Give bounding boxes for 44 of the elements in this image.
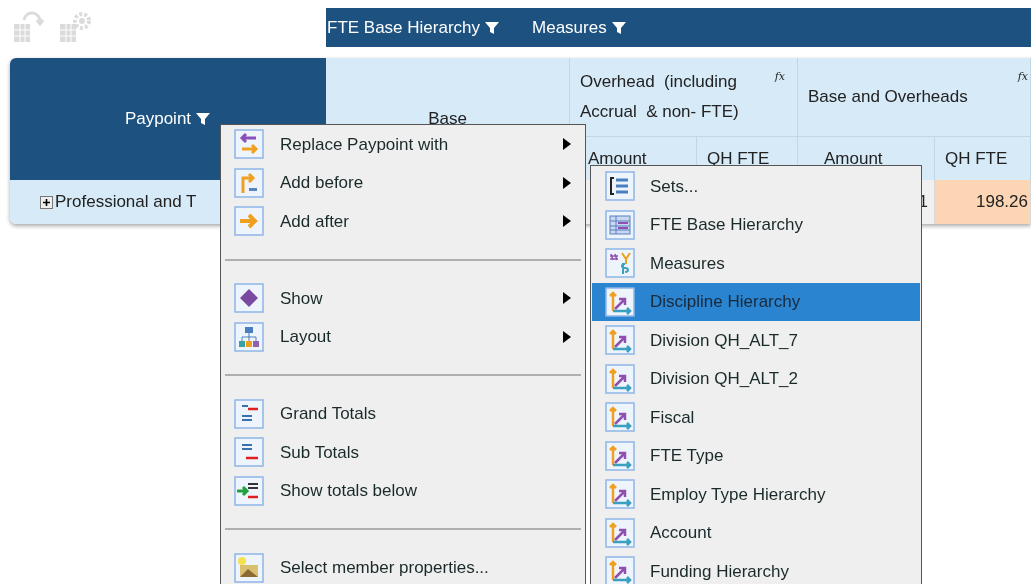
properties-icon	[234, 552, 264, 583]
menu-item[interactable]: Sub Totals	[221, 433, 585, 472]
formula-mark: fx	[774, 69, 785, 85]
subtotals-icon	[234, 437, 264, 468]
menu-item[interactable]: Layout	[221, 317, 585, 356]
axes-arrows-icon	[605, 479, 635, 510]
totals-icon	[234, 398, 264, 429]
submenu-item[interactable]: FTE Type	[592, 436, 920, 475]
menu-item[interactable]: Select member properties...	[221, 548, 585, 584]
menu-item[interactable]: Show	[221, 279, 585, 318]
submenu-item[interactable]: Discipline Hierarchy	[592, 282, 920, 321]
totals-below-icon	[234, 475, 264, 506]
menu-item[interactable]: Show totals below	[221, 471, 585, 510]
row-header-label: Paypoint	[124, 108, 192, 131]
dimension-label[interactable]: Measures	[532, 14, 607, 41]
submenu-item[interactable]: Fiscal	[592, 398, 920, 437]
symbols-icon	[605, 248, 635, 279]
submenu-item[interactable]: Funding Hierarchy	[592, 552, 920, 584]
table-icon	[605, 209, 635, 240]
menu-item[interactable]: Grand Totals	[221, 394, 585, 433]
submenu-item[interactable]: Account	[592, 513, 920, 552]
axes-arrows-icon	[605, 402, 635, 433]
submenu-item[interactable]: Division QH_ALT_7	[592, 321, 920, 360]
axes-arrows-icon	[605, 556, 635, 584]
axes-arrows-icon	[605, 325, 635, 356]
dimension-label[interactable]: FTE Base Hierarchy	[327, 14, 481, 41]
expand-icon[interactable]	[40, 195, 53, 209]
axes-arrows-icon	[605, 517, 635, 548]
formula-mark: fx	[1017, 69, 1028, 85]
filter-icon[interactable]	[195, 111, 212, 127]
filter-icon[interactable]	[484, 19, 501, 36]
submenu-item[interactable]: Measures	[592, 244, 920, 283]
axes-arrows-icon	[605, 286, 635, 317]
submenu-item[interactable]: Division QH_ALT_2	[592, 359, 920, 398]
submenu-item[interactable]: Employ Type Hierarchy	[592, 475, 920, 514]
row-label: Professional and T	[55, 191, 197, 214]
swap-arrows-icon	[234, 129, 264, 160]
axes-arrows-icon	[605, 363, 635, 394]
filter-icon[interactable]	[610, 19, 627, 36]
list-icon	[605, 171, 635, 202]
value-cell: 198.26	[935, 180, 1031, 224]
axes-arrows-icon	[605, 440, 635, 471]
org-chart-icon	[234, 321, 264, 352]
menu-item[interactable]: Add after	[221, 202, 585, 241]
